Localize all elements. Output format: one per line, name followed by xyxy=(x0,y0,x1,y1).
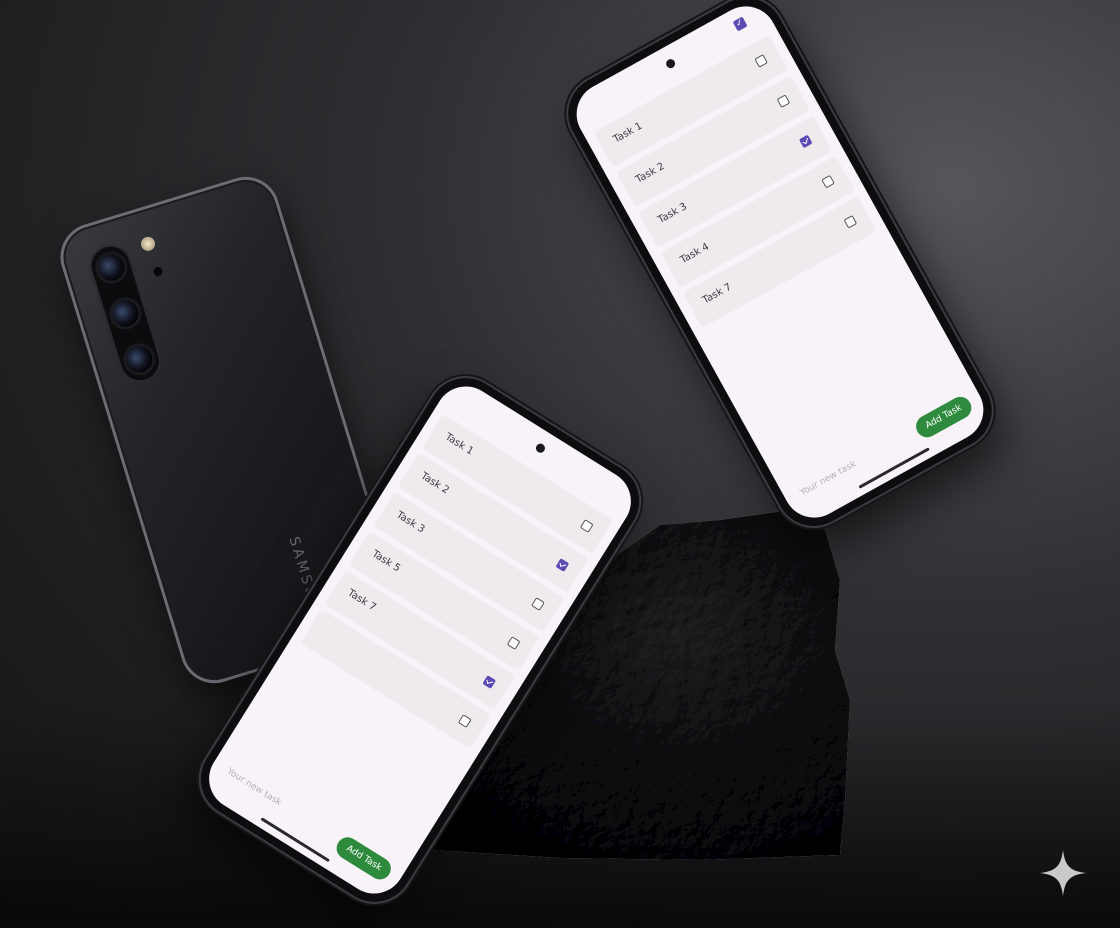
task-checkbox[interactable] xyxy=(457,714,472,728)
camera-lens-icon xyxy=(123,343,156,376)
new-task-input[interactable]: Your new task xyxy=(799,459,858,498)
home-indicator xyxy=(858,447,930,489)
add-task-button[interactable]: Add Task xyxy=(332,833,396,884)
task-list: Task 1 Task 2 Task 3 Task 4 Task 7 xyxy=(593,35,880,333)
new-task-input[interactable]: Your new task xyxy=(225,767,283,809)
task-checkbox[interactable] xyxy=(821,174,835,189)
add-task-button[interactable]: Add Task xyxy=(912,392,976,442)
task-checkbox[interactable] xyxy=(531,597,545,611)
sensor-icon xyxy=(152,265,164,278)
status-check-icon: ✓ xyxy=(732,16,748,32)
sparkle-icon xyxy=(1040,850,1086,896)
task-label: Task 7 xyxy=(700,281,734,307)
todo-screen: ✓ Task 1 Task 2 Task 3 Task 4 Task 7 Your ne… xyxy=(565,0,995,529)
task-label: Task 2 xyxy=(418,470,451,497)
task-checkbox[interactable] xyxy=(555,558,570,572)
task-checkbox[interactable] xyxy=(482,675,497,689)
camera-module xyxy=(84,239,167,388)
floor-shadow xyxy=(0,700,1120,928)
camera-lens-icon xyxy=(95,251,128,284)
front-camera-icon xyxy=(664,57,677,71)
task-checkbox[interactable] xyxy=(798,134,813,149)
front-camera-icon xyxy=(533,441,547,455)
task-label: Task 1 xyxy=(442,431,476,458)
task-label: Task 4 xyxy=(678,241,712,267)
task-checkbox[interactable] xyxy=(506,636,521,650)
task-label: Task 1 xyxy=(611,120,645,146)
task-checkbox[interactable] xyxy=(843,215,858,229)
camera-lens-icon xyxy=(109,297,142,330)
flash-icon xyxy=(139,235,157,253)
task-label: Task 5 xyxy=(369,548,403,575)
task-label: Task 7 xyxy=(345,587,378,614)
task-label: Task 3 xyxy=(656,201,689,226)
task-checkbox[interactable] xyxy=(776,94,791,108)
phone-right: ✓ Task 1 Task 2 Task 3 Task 4 Task 7 Your ne… xyxy=(554,0,1006,540)
task-label: Task 3 xyxy=(394,509,427,536)
task-label: Task 2 xyxy=(634,160,667,186)
task-checkbox[interactable] xyxy=(579,519,594,533)
task-checkbox[interactable] xyxy=(754,54,768,68)
